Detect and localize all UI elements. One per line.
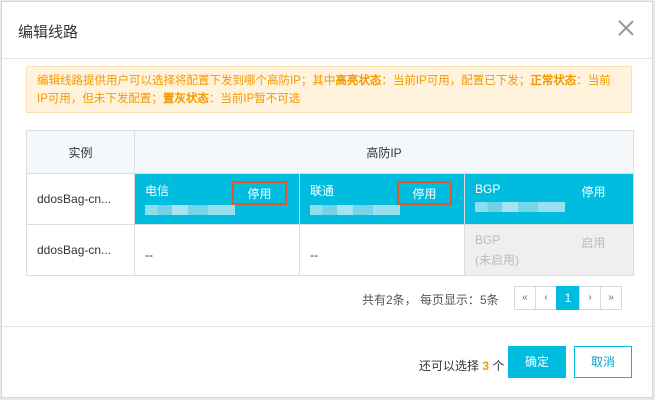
table-row: ddosBag-cn... 电信 停用 联通 停用 BGP 停用 <box>26 173 635 225</box>
remaining-count-text: 还可以选择 3 个 <box>419 357 504 374</box>
ip-cell-unicom: 联通 停用 <box>299 173 465 225</box>
first-page-button[interactable]: « <box>514 286 536 310</box>
ip-cell-telecom: 电信 停用 <box>134 173 300 225</box>
dialog-title: 编辑线路 <box>18 24 79 41</box>
last-page-button[interactable]: » <box>600 286 622 310</box>
masked-ip-address <box>145 205 235 215</box>
edit-line-dialog: 编辑线路 编辑线路提供用户可以选择将配置下发到哪个高防IP；其中高亮状态：当前I… <box>1 1 653 398</box>
notice-text-2: ：当前IP可用，配置已下发； <box>381 75 531 87</box>
remaining-prefix: 还可以选择 <box>419 359 480 373</box>
dialog-header: 编辑线路 <box>2 2 652 59</box>
notice-banner: 编辑线路提供用户可以选择将配置下发到哪个高防IP；其中高亮状态：当前IP可用，配… <box>26 66 632 113</box>
instance-name: ddosBag-cn... <box>26 173 135 225</box>
notice-bold-grey: 置灰状态 <box>162 93 209 105</box>
page-number-button[interactable]: 1 <box>556 286 580 310</box>
prev-page-button[interactable]: ‹ <box>535 286 557 310</box>
remaining-suffix: 个 <box>492 359 505 373</box>
disable-button[interactable]: 停用 <box>232 181 287 205</box>
column-header-ddos-ip: 高防IP <box>133 130 635 174</box>
pagination-summary: 共有2条， 每页显示：5条 <box>362 293 499 307</box>
column-header-instance: 实例 <box>26 130 135 174</box>
notice-text-1: 编辑线路提供用户可以选择将配置下发到哪个高防IP；其中 <box>37 75 336 87</box>
ip-cell-bgp: BGP 停用 <box>463 173 635 225</box>
cancel-button[interactable]: 取消 <box>574 346 632 378</box>
masked-ip-address <box>310 205 400 215</box>
instance-name: ddosBag-cn... <box>26 224 135 276</box>
next-page-button[interactable]: › <box>579 286 601 310</box>
empty-value: -- <box>145 247 153 262</box>
instance-ip-table: 实例 高防IP ddosBag-cn... 电信 停用 联通 停用 BGP 停用… <box>26 130 635 276</box>
ip-cell-bgp-disabled: BGP (未启用) 启用 <box>463 224 635 276</box>
dialog-footer: 还可以选择 3 个 确定 取消 <box>2 326 652 398</box>
disable-button[interactable]: 停用 <box>566 181 621 205</box>
empty-value: -- <box>310 247 318 262</box>
confirm-button[interactable]: 确定 <box>508 346 566 378</box>
ip-cell-empty: -- <box>134 224 300 276</box>
close-icon[interactable] <box>616 18 636 38</box>
notice-text-4: ：当前IP暂不可选 <box>208 93 301 105</box>
disable-button[interactable]: 停用 <box>397 181 452 205</box>
table-row: ddosBag-cn... -- -- BGP (未启用) 启用 <box>26 224 635 276</box>
notice-bold-normal: 正常状态 <box>530 75 577 87</box>
remaining-count: 3 <box>482 359 490 373</box>
masked-ip-address <box>475 202 565 212</box>
ip-cell-empty: -- <box>299 224 465 276</box>
enable-button: 启用 <box>581 236 606 250</box>
notice-bold-highlight: 高亮状态 <box>335 75 382 87</box>
pagination: « ‹ 1 › » <box>514 286 622 310</box>
